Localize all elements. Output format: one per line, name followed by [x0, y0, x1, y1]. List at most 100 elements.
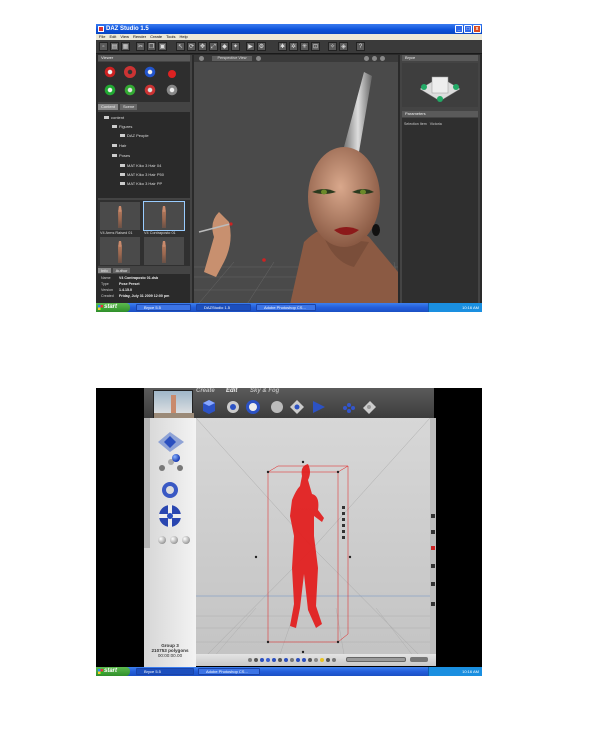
- view-orb-icon[interactable]: [158, 536, 166, 544]
- move-tool-icon[interactable]: [288, 398, 306, 416]
- menu-sky-fog[interactable]: Sky & Fog: [250, 388, 279, 394]
- taskbar-item-photoshop[interactable]: Adobe Photoshop CS...: [198, 668, 260, 675]
- display-mode-icon[interactable]: [290, 658, 294, 662]
- select-tool-icon[interactable]: ↖: [176, 42, 185, 51]
- tool-icon[interactable]: [431, 546, 435, 550]
- maximize-button[interactable]: □: [464, 25, 472, 33]
- paste-icon[interactable]: ▣: [158, 42, 167, 51]
- reset-view-icon[interactable]: [166, 84, 178, 96]
- camera-icon[interactable]: ⊡: [311, 42, 320, 51]
- render-settings-icon[interactable]: ⚙: [257, 42, 266, 51]
- thumbnail-pose[interactable]: [144, 237, 184, 265]
- zoom-icon[interactable]: [144, 66, 156, 78]
- viewport-nav-icon[interactable]: [364, 56, 369, 61]
- view-orb-icon[interactable]: [170, 536, 178, 544]
- material-icon[interactable]: [360, 398, 378, 416]
- rotate-tool-icon[interactable]: ⟳: [187, 42, 196, 51]
- cube-shape-icon[interactable]: [200, 398, 218, 416]
- wand-icon[interactable]: ✧: [328, 42, 337, 51]
- viewport-menu-icon[interactable]: [199, 56, 204, 61]
- menu-create[interactable]: Create: [196, 388, 215, 394]
- tool-icon[interactable]: [431, 564, 435, 568]
- tree-item[interactable]: Figures: [112, 124, 132, 129]
- light-point-icon[interactable]: ✲: [289, 42, 298, 51]
- tree-item[interactable]: DAZ People: [120, 133, 149, 138]
- display-mode-icon[interactable]: [326, 658, 330, 662]
- tree-item[interactable]: content: [104, 115, 124, 120]
- resize-tool-icon[interactable]: [268, 398, 286, 416]
- rotate-x-icon[interactable]: [104, 84, 116, 96]
- viewport-nav-icon[interactable]: [372, 56, 377, 61]
- playback-controls[interactable]: [410, 657, 428, 662]
- randomize-icon[interactable]: [340, 398, 358, 416]
- viewport-camera-tab[interactable]: Perspective View: [212, 56, 252, 61]
- selection-item[interactable]: Selection Item Victoria: [404, 122, 442, 126]
- translate-tool-icon[interactable]: ✥: [198, 42, 207, 51]
- start-button[interactable]: start: [96, 667, 130, 676]
- display-mode-icon[interactable]: [284, 658, 288, 662]
- menu-edit[interactable]: Edit: [226, 388, 237, 394]
- taskbar-item-daz[interactable]: DAZStudio 1.5: [196, 304, 251, 311]
- tool-icon[interactable]: [431, 602, 435, 606]
- light-distant-icon[interactable]: ✳: [300, 42, 309, 51]
- view-blue-orb-icon[interactable]: [172, 454, 180, 462]
- open-icon[interactable]: ▤: [110, 42, 119, 51]
- viewport-options-icon[interactable]: [256, 56, 261, 61]
- rotate-z-icon[interactable]: [144, 84, 156, 96]
- render-icon[interactable]: ▶: [246, 42, 255, 51]
- display-mode-icon[interactable]: [266, 658, 270, 662]
- pan-icon[interactable]: [124, 66, 136, 78]
- universal-tool-icon[interactable]: ✦: [231, 42, 240, 51]
- node-tool-icon[interactable]: ◆: [220, 42, 229, 51]
- tab-content[interactable]: Content: [98, 104, 119, 110]
- display-mode-icon[interactable]: [302, 658, 306, 662]
- sphere-shape-icon[interactable]: [244, 398, 262, 416]
- save-icon[interactable]: ▦: [121, 42, 130, 51]
- display-mode-icon[interactable]: [278, 658, 282, 662]
- thumbnail-arms-raised[interactable]: [100, 202, 140, 230]
- tab-scene[interactable]: Scene: [120, 104, 138, 110]
- morph-icon[interactable]: ◈: [339, 42, 348, 51]
- taskbar-item-bryce[interactable]: Bryce 5.5: [136, 668, 194, 675]
- bryce-wireframe-viewport[interactable]: [196, 418, 430, 666]
- tab-author[interactable]: Author: [112, 268, 131, 273]
- tool-icon[interactable]: [431, 514, 435, 518]
- display-mode-icon[interactable]: [260, 658, 264, 662]
- viewport-nav-icon[interactable]: [380, 56, 385, 61]
- timeline-scrubber[interactable]: [346, 657, 406, 662]
- close-button[interactable]: x: [473, 25, 481, 33]
- rotate-tool-icon[interactable]: [224, 398, 242, 416]
- help-icon[interactable]: ?: [356, 42, 365, 51]
- display-mode-icon[interactable]: [332, 658, 336, 662]
- orbit-icon[interactable]: [104, 66, 116, 78]
- aux-viewport[interactable]: [402, 63, 478, 107]
- display-mode-icon[interactable]: [248, 658, 252, 662]
- taskbar-item-photoshop[interactable]: Adobe Photoshop CS...: [256, 304, 316, 311]
- display-mode-icon[interactable]: [296, 658, 300, 662]
- tool-icon[interactable]: [431, 530, 435, 534]
- minimize-button[interactable]: _: [455, 25, 463, 33]
- view-orb-icon[interactable]: [182, 536, 190, 544]
- display-mode-icon[interactable]: [314, 658, 318, 662]
- cut-icon[interactable]: ✂: [136, 42, 145, 51]
- tree-item[interactable]: MAT Kiko 3 Hair P50: [120, 172, 164, 177]
- rotate-y-icon[interactable]: [124, 84, 136, 96]
- start-button[interactable]: start: [96, 303, 130, 312]
- display-mode-icon[interactable]: [308, 658, 312, 662]
- new-scene-icon[interactable]: ▫: [99, 42, 108, 51]
- tab-info[interactable]: Info: [98, 268, 111, 273]
- thumbnail-contraposto[interactable]: [143, 201, 185, 231]
- display-mode-icon[interactable]: [254, 658, 258, 662]
- thumbnail-pose[interactable]: [100, 237, 140, 265]
- red-dot-icon[interactable]: [168, 70, 176, 78]
- tree-item[interactable]: Poses: [112, 153, 130, 158]
- taskbar-item-bryce[interactable]: Bryce 5.5: [136, 304, 191, 311]
- display-mode-icon[interactable]: [320, 658, 324, 662]
- copy-icon[interactable]: ❐: [147, 42, 156, 51]
- perspective-viewport[interactable]: Perspective View: [194, 55, 398, 309]
- nano-preview[interactable]: [153, 390, 194, 419]
- align-tool-icon[interactable]: [310, 398, 328, 416]
- scale-tool-icon[interactable]: ⤢: [209, 42, 218, 51]
- tree-item[interactable]: Hair: [112, 143, 126, 148]
- tree-item[interactable]: MAT Kiko 3 Hair 04: [120, 163, 161, 168]
